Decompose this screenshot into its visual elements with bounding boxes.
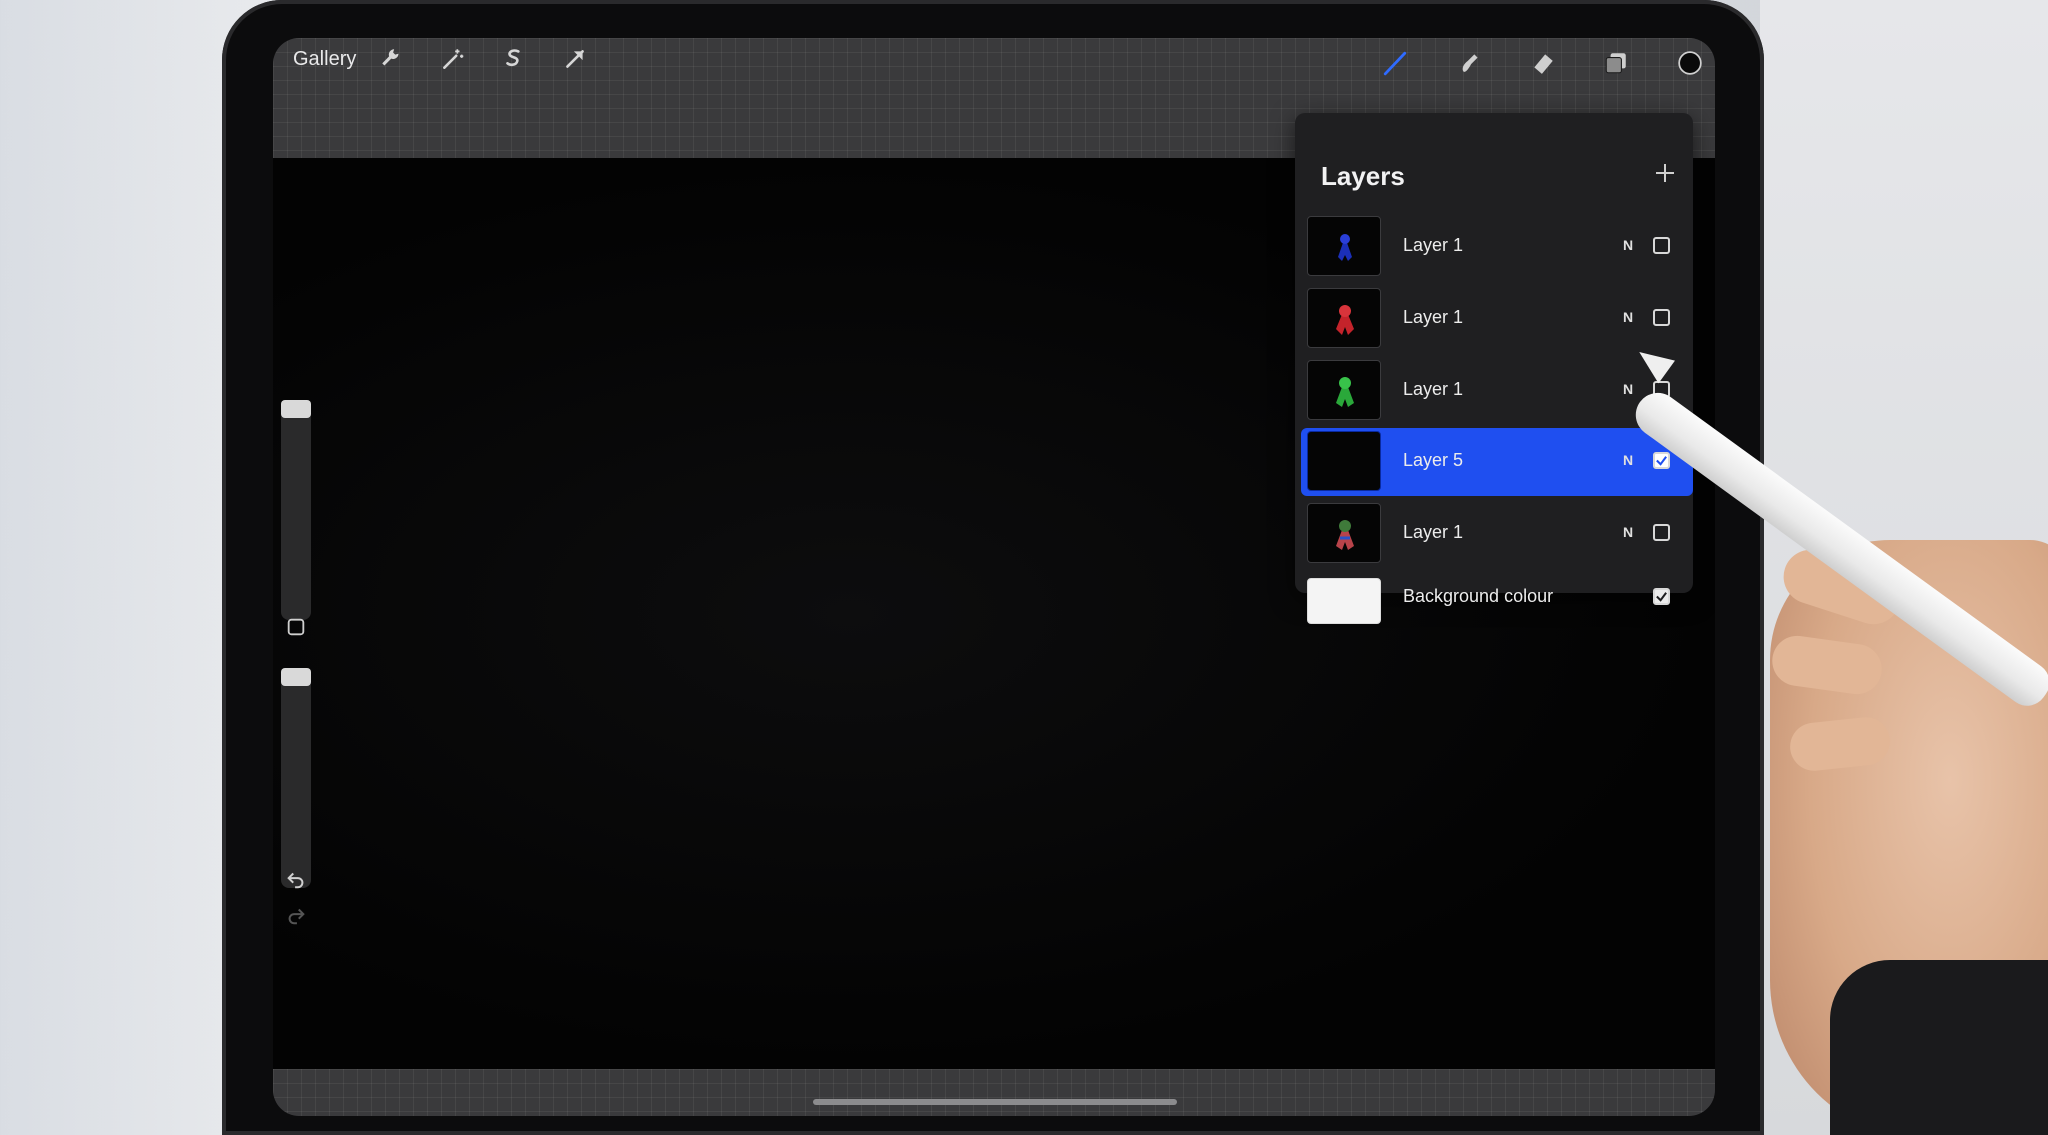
brush-size-slider[interactable] bbox=[281, 400, 311, 620]
layer-visibility-checkbox[interactable] bbox=[1653, 309, 1670, 326]
layer-visibility-checkbox[interactable] bbox=[1653, 237, 1670, 254]
gallery-button[interactable]: Gallery bbox=[293, 46, 356, 72]
modify-button[interactable] bbox=[281, 612, 311, 642]
procreate-screen: Gallery Layers Layer 1 N Layer 1 N Layer… bbox=[273, 38, 1715, 1116]
blend-mode-button[interactable]: N bbox=[1623, 524, 1633, 540]
plus-icon bbox=[1656, 164, 1674, 182]
layer-row[interactable]: Layer 1 N bbox=[1301, 213, 1693, 281]
layer-row[interactable]: Layer 1 N bbox=[1301, 357, 1693, 425]
brush-icon[interactable] bbox=[1378, 46, 1412, 80]
blend-mode-button[interactable]: N bbox=[1623, 309, 1633, 325]
blend-mode-button[interactable]: N bbox=[1623, 452, 1633, 468]
sleeve bbox=[1830, 960, 2048, 1135]
background-colour-label: Background colour bbox=[1403, 586, 1554, 606]
layer-visibility-checkbox[interactable] bbox=[1653, 452, 1670, 469]
brush-size-thumb[interactable] bbox=[281, 400, 311, 418]
layer-thumbnail bbox=[1307, 360, 1381, 420]
opacity-slider[interactable] bbox=[281, 668, 311, 888]
square-icon bbox=[287, 618, 305, 636]
selection-icon[interactable] bbox=[497, 42, 531, 76]
checkmark-icon bbox=[1656, 592, 1667, 602]
top-toolbar: Gallery bbox=[273, 38, 1715, 82]
layer-thumbnail bbox=[1307, 288, 1381, 348]
add-layer-button[interactable] bbox=[1649, 157, 1681, 189]
layer-thumbnail bbox=[1307, 503, 1381, 563]
layer-name: Layer 1 bbox=[1403, 235, 1464, 255]
color-swatch[interactable] bbox=[1673, 46, 1707, 80]
undo-icon bbox=[287, 872, 304, 889]
layer-thumbnail bbox=[1307, 216, 1381, 276]
layer-row[interactable]: Layer 1 N bbox=[1301, 285, 1693, 353]
move-arrow-icon[interactable] bbox=[558, 42, 592, 76]
undo-button[interactable] bbox=[281, 864, 311, 894]
layer-name: Layer 1 bbox=[1403, 307, 1464, 327]
background-colour-thumbnail bbox=[1307, 578, 1381, 624]
smudge-icon[interactable] bbox=[1453, 46, 1487, 80]
layer-thumbnail bbox=[1307, 431, 1381, 491]
checkmark-icon bbox=[1656, 456, 1667, 466]
layers-icon[interactable] bbox=[1599, 46, 1633, 80]
blend-mode-button[interactable]: N bbox=[1623, 237, 1633, 253]
opacity-thumb[interactable] bbox=[281, 668, 311, 686]
layer-name: Layer 1 bbox=[1403, 522, 1464, 542]
magic-wand-icon[interactable] bbox=[436, 42, 470, 76]
blend-mode-button[interactable]: N bbox=[1623, 381, 1633, 397]
redo-button[interactable] bbox=[281, 900, 311, 930]
layer-name: Layer 1 bbox=[1403, 379, 1464, 399]
home-indicator bbox=[813, 1099, 1177, 1105]
redo-icon bbox=[288, 908, 305, 925]
layer-row-selected[interactable]: Layer 5 N bbox=[1301, 428, 1693, 496]
canvas-grid-bottom bbox=[273, 1069, 1715, 1116]
wrench-icon[interactable] bbox=[375, 42, 409, 76]
background-visibility-checkbox[interactable] bbox=[1653, 588, 1670, 605]
layer-visibility-checkbox[interactable] bbox=[1653, 524, 1670, 541]
layer-name: Layer 5 bbox=[1403, 450, 1464, 470]
eraser-icon[interactable] bbox=[1526, 46, 1560, 80]
layers-panel: Layers Layer 1 N Layer 1 N Layer 1 N Lay… bbox=[1295, 113, 1693, 624]
background-colour-row[interactable]: Background colour bbox=[1301, 568, 1693, 628]
layer-row[interactable]: Layer 1 N bbox=[1301, 500, 1693, 568]
layers-panel-title: Layers bbox=[1321, 161, 1405, 191]
